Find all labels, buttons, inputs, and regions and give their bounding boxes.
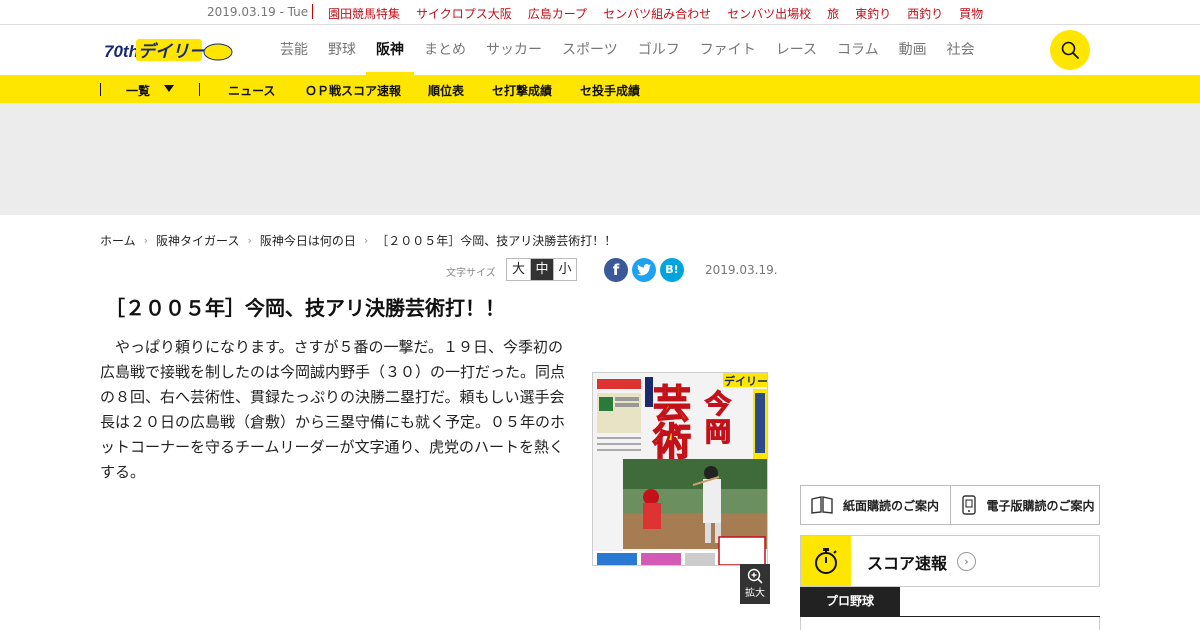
top-link-sonoda[interactable]: 園田競馬特集	[328, 5, 400, 22]
smartphone-icon	[961, 495, 976, 515]
score-panel: スコア速報 ›	[800, 535, 1100, 587]
sub-nav-divider	[100, 83, 101, 96]
sub-nav-news[interactable]: ニュース	[228, 82, 275, 99]
top-link-west-fishing[interactable]: 西釣り	[907, 5, 943, 22]
front-page-image[interactable]: デイリー 芸 術 今 岡	[592, 372, 768, 566]
twitter-share-icon[interactable]	[632, 258, 656, 282]
font-size-switcher: 大 中 小	[506, 258, 577, 281]
score-icon-box	[801, 536, 851, 586]
article-body: やっぱり頼りになります。さすが５番の一撃だ。１９日、今季初の広島戦で接戦を制した…	[100, 338, 566, 481]
nav-fight[interactable]: ファイト	[690, 25, 766, 75]
logo-wordmark: デイリー	[138, 42, 207, 62]
score-list	[800, 617, 1100, 630]
digital-subscription-label: 電子版購読のご案内	[986, 498, 1095, 513]
digital-subscription-button[interactable]: 電子版購読のご案内	[949, 486, 1100, 524]
font-size-small-button[interactable]: 小	[553, 259, 576, 280]
stopwatch-icon	[815, 548, 837, 574]
top-link-senbatsu-bracket[interactable]: センバツ組み合わせ	[603, 5, 711, 22]
sub-nav-standings[interactable]: 順位表	[428, 82, 464, 99]
twitter-bird-icon	[637, 264, 651, 276]
paper-subscription-button[interactable]: 紙面購読のご案内	[801, 486, 950, 524]
ad-banner-area	[0, 103, 1200, 215]
logo-anniversary: 70th	[104, 42, 139, 61]
top-link-senbatsu-schools[interactable]: センバツ出場校	[727, 5, 811, 22]
zoom-in-icon	[747, 568, 763, 584]
search-button[interactable]	[1050, 30, 1090, 70]
front-page-headline-2: 術	[652, 420, 691, 464]
tigers-sub-nav: 一覧 ニュース ＯＰ戦スコア速報 順位表 セ打撃成績 セ投手成績	[0, 75, 1200, 103]
paper-subscription-label: 紙面購読のご案内	[843, 498, 940, 513]
facebook-share-icon[interactable]: f	[604, 258, 628, 282]
nav-matome[interactable]: まとめ	[414, 25, 476, 75]
chevron-right-icon[interactable]: ›	[957, 552, 976, 571]
chevron-down-icon[interactable]	[164, 85, 174, 92]
top-link-east-fishing[interactable]: 東釣り	[855, 5, 891, 22]
front-page-name-1: 今	[705, 389, 731, 420]
current-date: 2019.03.19 - Tue	[207, 5, 309, 19]
breadcrumb-this-day[interactable]: 阪神今日は何の日	[260, 232, 356, 249]
search-icon	[1061, 41, 1079, 59]
article-date: 2019.03.19.	[705, 263, 778, 277]
sub-nav-batting-stats[interactable]: セ打撃成績	[492, 82, 552, 99]
nav-column[interactable]: コラム	[827, 25, 889, 75]
breadcrumb-current: ［２００５年］今岡、技アリ決勝芸術打！！	[376, 234, 617, 248]
nav-baseball[interactable]: 野球	[318, 25, 366, 75]
chevron-right-icon: ›	[363, 234, 369, 247]
open-book-icon	[811, 496, 833, 514]
sub-nav-divider	[199, 83, 200, 96]
top-link-cyclops[interactable]: サイクロプス大阪	[416, 5, 512, 22]
font-size-label: 文字サイズ	[446, 268, 496, 279]
chevron-right-icon: ›	[143, 234, 149, 247]
article-title: ［２００５年］今岡、技アリ決勝芸術打！！	[105, 296, 505, 320]
zoom-button[interactable]: 拡大	[740, 564, 770, 604]
main-nav: 芸能 野球 阪神 まとめ サッカー スポーツ ゴルフ ファイト レース コラム …	[280, 25, 985, 75]
sub-nav-pitching-stats[interactable]: セ投手成績	[580, 82, 640, 99]
sub-nav-list-dropdown[interactable]: 一覧	[126, 82, 150, 99]
hatena-bookmark-icon[interactable]: B!	[660, 258, 684, 282]
top-bar: 2019.03.19 - Tue 園田競馬特集 サイクロプス大阪 広島カープ セ…	[0, 0, 1200, 25]
breadcrumb: ホーム › 阪神タイガース › 阪神今日は何の日 › ［２００５年］今岡、技アリ…	[100, 232, 616, 249]
nav-video[interactable]: 動画	[889, 25, 937, 75]
top-bar-divider	[312, 4, 313, 19]
top-link-shopping[interactable]: 買物	[959, 5, 983, 22]
front-page-name-2: 岡	[705, 418, 731, 448]
font-size-large-button[interactable]: 大	[507, 259, 530, 280]
front-page-masthead: デイリー	[724, 374, 768, 388]
logo-graphic: 70th デイリー	[104, 39, 233, 62]
top-links: 園田競馬特集 サイクロプス大阪 広島カープ センバツ組み合わせ センバツ出場校 …	[328, 5, 999, 22]
site-header: 70th デイリー 芸能 野球 阪神 まとめ サッカー スポーツ ゴルフ ファイ…	[0, 25, 1200, 75]
nav-sports[interactable]: スポーツ	[552, 25, 628, 75]
tab-pro-baseball[interactable]: プロ野球	[800, 587, 900, 616]
font-size-medium-button[interactable]: 中	[530, 259, 553, 280]
top-link-carp[interactable]: 広島カープ	[528, 5, 587, 22]
zoom-label: 拡大	[745, 588, 765, 599]
chevron-right-icon: ›	[247, 234, 252, 247]
nav-golf[interactable]: ゴルフ	[628, 25, 690, 75]
subscription-links: 紙面購読のご案内 電子版購読のご案内	[800, 485, 1100, 525]
nav-entertainment[interactable]: 芸能	[280, 25, 318, 75]
top-link-travel[interactable]: 旅	[827, 5, 839, 22]
nav-tigers[interactable]: 阪神	[366, 25, 414, 75]
breadcrumb-home[interactable]: ホーム	[100, 232, 136, 249]
breadcrumb-tigers[interactable]: 阪神タイガース	[156, 232, 239, 249]
newspaper-front-page: デイリー 芸 術 今 岡	[593, 373, 768, 565]
score-panel-title: スコア速報	[867, 554, 948, 573]
nav-race[interactable]: レース	[766, 25, 827, 75]
nav-society[interactable]: 社会	[937, 25, 985, 75]
sub-nav-op-score[interactable]: ＯＰ戦スコア速報	[305, 82, 401, 99]
nav-soccer[interactable]: サッカー	[476, 25, 552, 75]
site-logo[interactable]: 70th デイリー	[104, 36, 234, 64]
